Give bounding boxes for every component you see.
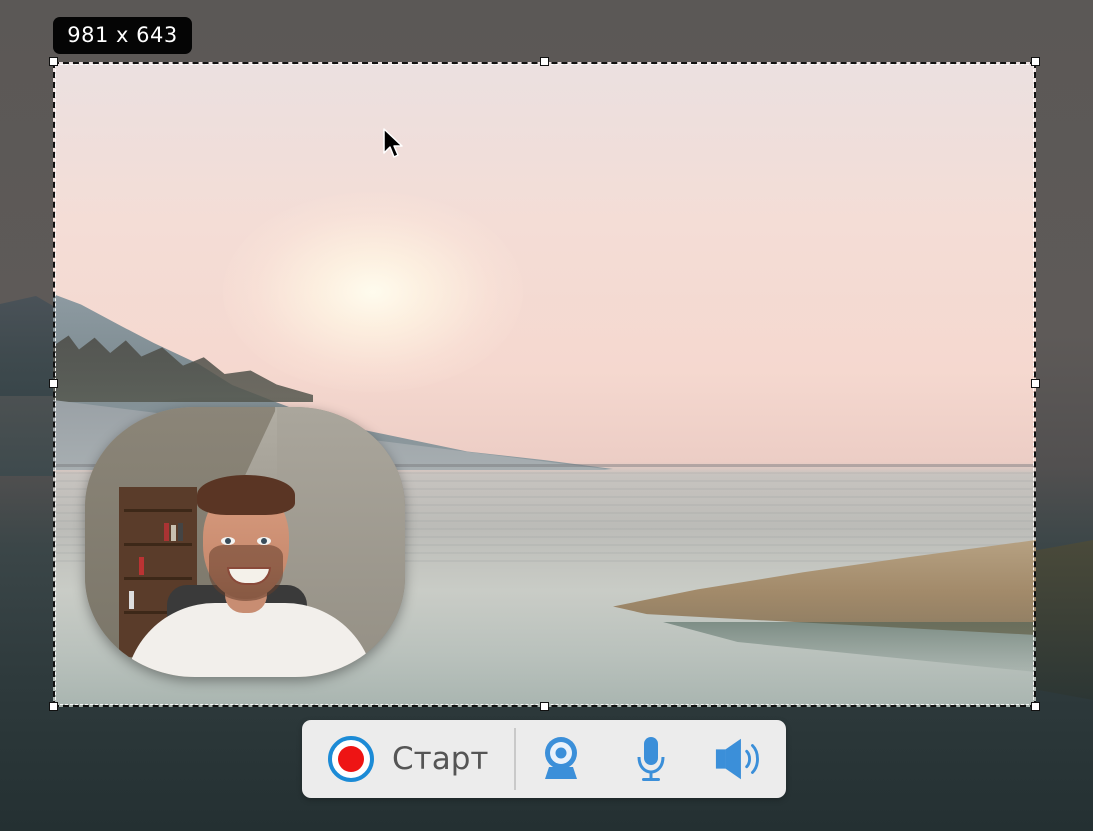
dimmed-shore [0,396,60,476]
start-recording-button[interactable]: Старт [328,734,518,784]
resize-handle-bottom-left[interactable] [49,702,58,711]
start-label: Старт [392,741,489,777]
resize-handle-bottom[interactable] [540,702,549,711]
recording-toolbar: Старт [302,720,786,798]
resize-handle-right[interactable] [1031,379,1040,388]
resize-handle-bottom-right[interactable] [1031,702,1040,711]
desktop-screen: 981 x 643 Старт [0,0,1093,831]
resize-handle-left[interactable] [49,379,58,388]
resize-handle-top[interactable] [540,57,549,66]
selection-frame[interactable] [53,62,1036,707]
resize-handle-top-right[interactable] [1031,57,1040,66]
microphone-toggle-button[interactable] [626,734,676,784]
record-icon [328,736,374,782]
webcam-toggle-button[interactable] [536,734,586,784]
toolbar-divider [514,728,516,790]
resize-handle-top-left[interactable] [49,57,58,66]
mouse-cursor-icon [383,128,403,158]
microphone-icon [637,737,665,781]
webcam-icon [545,737,577,779]
record-dot [338,746,364,772]
speaker-icon [715,738,759,780]
system-sound-toggle-button[interactable] [714,734,764,784]
selection-size-badge: 981 x 643 [53,17,192,54]
